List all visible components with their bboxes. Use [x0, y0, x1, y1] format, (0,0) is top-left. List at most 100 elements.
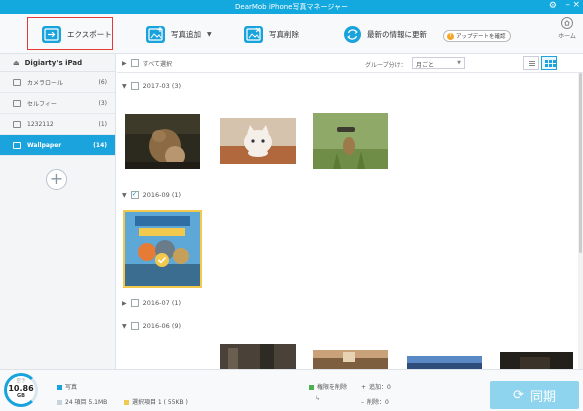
- main-header: ▶ すべて選択 グループ分け： 月ごと ▼: [117, 54, 583, 73]
- delete-photo-label: 写真削除: [269, 29, 299, 39]
- group-by-label: グループ分け：: [365, 62, 407, 69]
- sidebar-item-count: (1): [98, 121, 108, 128]
- scrollbar-thumb[interactable]: [579, 73, 582, 253]
- section-checkbox[interactable]: [130, 299, 139, 307]
- sidebar-item-selfie[interactable]: セルフィー (3): [0, 93, 115, 114]
- expand-arrow-icon[interactable]: ▶: [122, 60, 127, 67]
- permission-label: 権限を削除: [317, 384, 348, 391]
- photos-legend: 写真: [57, 382, 77, 391]
- home-label: ホーム: [558, 33, 576, 40]
- items-summary: 24 項目 5.1MB: [57, 397, 107, 406]
- export-button[interactable]: エクスポート: [42, 20, 112, 48]
- selected-summary-text: 選択項目 1 ( 55KB ): [132, 399, 188, 406]
- added-label: 追加：0: [369, 384, 391, 391]
- sidebar-item-label: Wallpaper: [27, 141, 62, 149]
- photo-thumbnail-garden[interactable]: [313, 113, 388, 169]
- plus-icon: +: [361, 384, 367, 391]
- sidebar-item-1232112[interactable]: 1232112 (1): [0, 114, 115, 135]
- add-photo-label: 写真追加: [171, 29, 201, 39]
- section-header[interactable]: ▶ 2016-07 (1): [122, 297, 181, 309]
- selected-summary: 選択項目 1 ( 55KB ): [124, 397, 188, 406]
- sidebar-item-wallpaper[interactable]: Wallpaper (14): [0, 135, 115, 156]
- expand-arrow-icon[interactable]: ▶: [122, 300, 127, 307]
- collapse-arrow-icon[interactable]: ▼: [122, 83, 127, 90]
- section-label: 2016-06 (9): [142, 322, 182, 330]
- section-label: 2017-03 (3): [142, 82, 182, 90]
- check-update-button[interactable]: ↑ アップデートを確認: [443, 30, 511, 42]
- section-checkbox[interactable]: [130, 82, 139, 90]
- minimize-icon[interactable]: –: [566, 0, 571, 10]
- sync-button[interactable]: ⟳ 同期: [490, 381, 579, 409]
- selfie-icon: [13, 99, 21, 107]
- vertical-scrollbar[interactable]: [578, 73, 583, 369]
- chevron-down-icon: ▼: [457, 60, 461, 66]
- sync-label: 同期: [529, 389, 556, 405]
- sidebar-item-count: (3): [98, 100, 108, 107]
- grid-view-button[interactable]: [541, 56, 557, 70]
- permission-delete-legend: 権限を削除: [309, 382, 347, 391]
- delete-photo-button[interactable]: 写真削除: [244, 20, 299, 48]
- settings-gear-icon[interactable]: ⚙: [549, 1, 557, 12]
- deleted-count: – 削除：0: [361, 397, 389, 406]
- list-view-button[interactable]: [523, 56, 539, 70]
- window-title: DearMob iPhone写真マネージャー: [235, 3, 348, 11]
- photo-thumbnail-sky[interactable]: [407, 356, 482, 369]
- items-color-swatch: [57, 400, 62, 405]
- photo-thumbnail-street[interactable]: [220, 344, 296, 369]
- photo-thumbnail-kitten[interactable]: [220, 118, 296, 164]
- permission-arrow-icon: ↳: [315, 395, 321, 402]
- sidebar-item-label: セルフィー: [27, 100, 57, 108]
- camera-icon: [13, 78, 21, 86]
- home-button[interactable]: ホーム: [556, 17, 578, 40]
- permission-color-swatch: [309, 385, 314, 390]
- storage-value: 10.86: [8, 384, 34, 393]
- section-checkbox[interactable]: [130, 190, 139, 199]
- sidebar-item-label: 1232112: [27, 120, 54, 128]
- sidebar-item-count: (6): [98, 79, 108, 86]
- close-icon[interactable]: ×: [572, 0, 580, 10]
- collapse-arrow-icon[interactable]: ▼: [122, 323, 127, 330]
- sync-icon: ⟳: [513, 387, 524, 403]
- select-all-checkbox[interactable]: [130, 59, 139, 67]
- section-header[interactable]: ▼ 2017-03 (3): [122, 80, 181, 92]
- photo-thumbnail-squirrel[interactable]: [125, 114, 200, 169]
- export-icon: [42, 25, 61, 43]
- device-header[interactable]: ⏏ Digiarty's iPad: [0, 54, 115, 72]
- sidebar-item-camera-roll[interactable]: カメラロール (6): [0, 72, 115, 93]
- add-photo-icon: [146, 25, 165, 43]
- section-checkbox[interactable]: [130, 322, 139, 330]
- section-label: 2016-07 (1): [142, 299, 182, 307]
- photo-thumbnail-night[interactable]: [500, 352, 573, 369]
- album-icon: [13, 120, 21, 128]
- photo-thumbnail-movie-poster[interactable]: [125, 212, 200, 286]
- selected-photo-frame[interactable]: [123, 210, 202, 288]
- add-album-button[interactable]: +: [46, 169, 67, 190]
- dropdown-arrow-icon[interactable]: ▼: [207, 31, 212, 38]
- photo-thumbnail-market[interactable]: [313, 350, 388, 369]
- sidebar-item-label: カメラロール: [27, 79, 64, 87]
- grid-view-icon: [545, 60, 548, 63]
- storage-unit: GB: [17, 393, 25, 399]
- deleted-label: 削除：0: [367, 399, 389, 406]
- collapse-arrow-icon[interactable]: ▼: [122, 192, 127, 199]
- group-by-select[interactable]: 月ごと ▼: [412, 57, 465, 69]
- title-bar: DearMob iPhone写真マネージャー ⚙ – ×: [0, 0, 583, 14]
- status-bar: 空き 10.86 GB 写真 24 項目 5.1MB 選択項目 1 ( 55KB…: [0, 369, 583, 411]
- eject-icon[interactable]: ⏏: [13, 59, 20, 67]
- home-icon: [561, 17, 573, 29]
- selected-color-swatch: [124, 400, 129, 405]
- toolbar: エクスポート 写真追加 ▼ 写真削除 最新の情報に更新 ↑ アップデートを確認 …: [0, 14, 583, 54]
- section-header[interactable]: ▼ 2016-09 (1): [122, 189, 181, 201]
- delete-photo-icon: [244, 25, 263, 43]
- added-count: + 追加：0: [361, 382, 391, 391]
- section-header[interactable]: ▼ 2016-06 (9): [122, 320, 181, 332]
- refresh-icon: [344, 25, 361, 43]
- sidebar: ⏏ Digiarty's iPad カメラロール (6) セルフィー (3) 1…: [0, 54, 116, 369]
- export-label: エクスポート: [67, 29, 112, 39]
- section-label: 2016-09 (1): [142, 191, 182, 199]
- minus-icon: –: [361, 399, 364, 406]
- refresh-button[interactable]: 最新の情報に更新: [344, 20, 427, 48]
- refresh-label: 最新の情報に更新: [367, 29, 427, 39]
- update-badge-icon: ↑: [447, 32, 454, 40]
- add-photo-button[interactable]: 写真追加 ▼: [146, 20, 212, 48]
